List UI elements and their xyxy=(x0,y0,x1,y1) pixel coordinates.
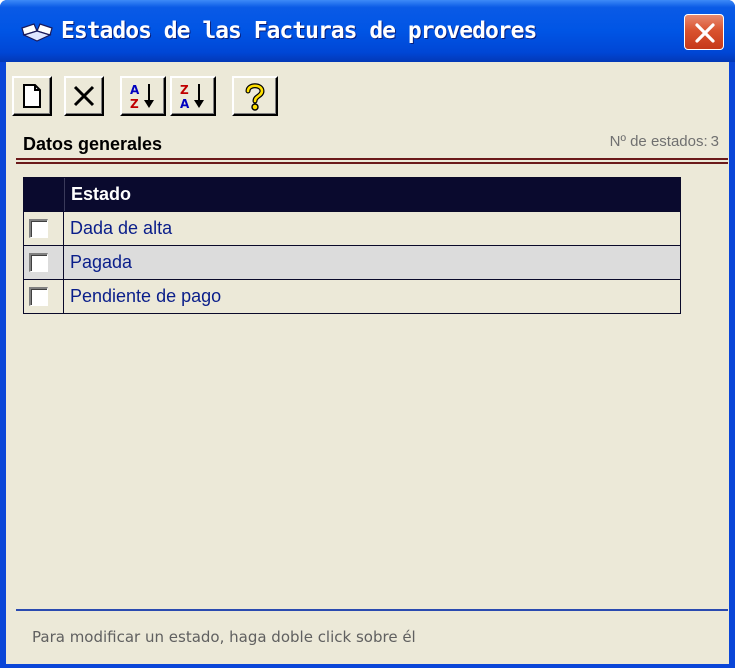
status-hint: Para modificar un estado, haga doble cli… xyxy=(32,628,416,646)
sort-descending-button[interactable]: Z A xyxy=(170,76,216,116)
delete-x-icon xyxy=(73,85,95,107)
svg-text:Z: Z xyxy=(180,83,189,97)
close-icon xyxy=(695,23,715,43)
states-table[interactable]: Estado Dada de alta Pagada Pendiente de … xyxy=(23,177,681,314)
table-header: Estado xyxy=(24,178,680,211)
help-question-icon xyxy=(245,83,265,111)
status-divider xyxy=(16,609,728,611)
row-checkbox[interactable] xyxy=(29,253,48,272)
new-document-icon xyxy=(23,84,41,108)
svg-text:Z: Z xyxy=(130,97,139,111)
window-title: Estados de las Facturas de provedores xyxy=(61,18,537,44)
sort-az-icon: A Z xyxy=(130,83,154,111)
new-button[interactable] xyxy=(12,76,52,116)
sort-za-icon: Z A xyxy=(180,83,204,111)
table-row[interactable]: Pagada xyxy=(24,245,680,279)
delete-button[interactable] xyxy=(64,76,104,116)
section-divider xyxy=(16,162,728,164)
section-divider xyxy=(16,158,728,160)
column-header-estado[interactable]: Estado xyxy=(64,178,131,211)
states-count: Nº de estados: 3 xyxy=(607,132,719,152)
row-selector[interactable] xyxy=(24,212,64,245)
table-cell[interactable]: Pendiente de pago xyxy=(70,280,221,313)
states-count-value: 3 xyxy=(710,133,719,150)
close-button[interactable] xyxy=(684,14,724,50)
help-button[interactable] xyxy=(232,76,278,116)
table-row[interactable]: Dada de alta xyxy=(24,211,680,245)
section-title: Datos generales xyxy=(23,134,163,154)
row-selector[interactable] xyxy=(24,280,64,313)
table-row[interactable]: Pendiente de pago xyxy=(24,279,680,313)
sort-ascending-button[interactable]: A Z xyxy=(120,76,166,116)
states-count-label: Nº de estados: xyxy=(609,133,708,150)
open-book-icon xyxy=(20,22,54,44)
row-checkbox[interactable] xyxy=(29,287,48,306)
table-cell[interactable]: Dada de alta xyxy=(70,212,172,245)
row-checkbox[interactable] xyxy=(29,219,48,238)
svg-text:A: A xyxy=(130,83,140,97)
title-bar[interactable]: Estados de las Facturas de provedores xyxy=(0,0,735,62)
row-selector[interactable] xyxy=(24,246,64,279)
dialog-window: Estados de las Facturas de provedores A … xyxy=(0,0,735,668)
svg-text:A: A xyxy=(180,97,190,111)
table-cell[interactable]: Pagada xyxy=(70,246,132,279)
